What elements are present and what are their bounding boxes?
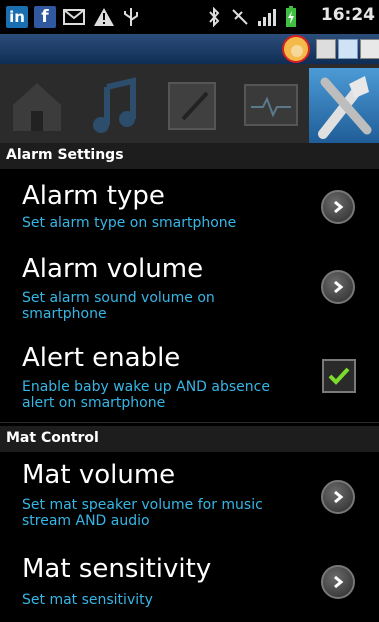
item-title: Alarm type bbox=[22, 181, 165, 211]
status-bar: in f 16:24 bbox=[0, 0, 379, 34]
alert-enable-checkbox[interactable] bbox=[322, 359, 356, 393]
usb-icon bbox=[120, 6, 142, 28]
chevron-right-icon[interactable] bbox=[321, 480, 355, 514]
music-tab[interactable] bbox=[80, 70, 150, 140]
notes-tab[interactable] bbox=[158, 70, 228, 140]
media-icon[interactable] bbox=[338, 39, 358, 59]
list-item-alert-enable[interactable]: Alert enable Enable baby wake up AND abs… bbox=[0, 335, 379, 423]
item-title: Alarm volume bbox=[22, 254, 204, 284]
baby-app-icon[interactable] bbox=[282, 35, 310, 63]
section-mat-control: Mat Control bbox=[0, 426, 379, 452]
section-alarm-settings: Alarm Settings bbox=[0, 143, 379, 169]
chevron-right-icon[interactable] bbox=[321, 565, 355, 599]
item-subtitle: Enable baby wake up AND absence alert on… bbox=[22, 379, 270, 411]
mail-icon bbox=[62, 6, 86, 28]
item-subtitle: Set alarm sound volume on smartphone bbox=[22, 290, 215, 322]
item-subtitle: Set mat sensitivity bbox=[22, 592, 153, 608]
status-time: 16:24 bbox=[320, 5, 375, 25]
linkedin-icon: in bbox=[6, 6, 28, 28]
list-item-mat-sensitivity[interactable]: Mat sensitivity Set mat sensitivity bbox=[0, 542, 379, 622]
warning-icon bbox=[92, 6, 116, 28]
item-title: Mat sensitivity bbox=[22, 554, 212, 584]
bluetooth-icon bbox=[205, 6, 223, 28]
text-icon[interactable] bbox=[360, 39, 379, 59]
tab-bar bbox=[0, 64, 379, 148]
signal-icon bbox=[256, 6, 278, 28]
home-tab[interactable] bbox=[2, 70, 72, 140]
list-item-mat-volume[interactable]: Mat volume Set mat speaker volume for mu… bbox=[0, 452, 379, 543]
section-title-alarm: Alarm Settings bbox=[6, 147, 124, 163]
facebook-icon: f bbox=[34, 6, 56, 28]
list-item-alarm-volume[interactable]: Alarm volume Set alarm sound volume on s… bbox=[0, 246, 379, 336]
section-title-mat: Mat Control bbox=[6, 430, 99, 446]
monitor-tab[interactable] bbox=[236, 70, 306, 140]
chevron-right-icon[interactable] bbox=[321, 190, 355, 224]
notification-icon[interactable] bbox=[316, 39, 336, 59]
settings-tab[interactable] bbox=[309, 68, 379, 144]
chevron-right-icon[interactable] bbox=[321, 270, 355, 304]
item-title: Alert enable bbox=[22, 343, 181, 373]
item-title: Mat volume bbox=[22, 460, 176, 490]
mute-icon bbox=[229, 6, 251, 28]
action-bar bbox=[0, 34, 379, 64]
item-subtitle: Set alarm type on smartphone bbox=[22, 215, 237, 231]
battery-icon bbox=[284, 6, 298, 28]
list-item-alarm-type[interactable]: Alarm type Set alarm type on smartphone bbox=[0, 169, 379, 247]
item-subtitle: Set mat speaker volume for music stream … bbox=[22, 497, 263, 529]
